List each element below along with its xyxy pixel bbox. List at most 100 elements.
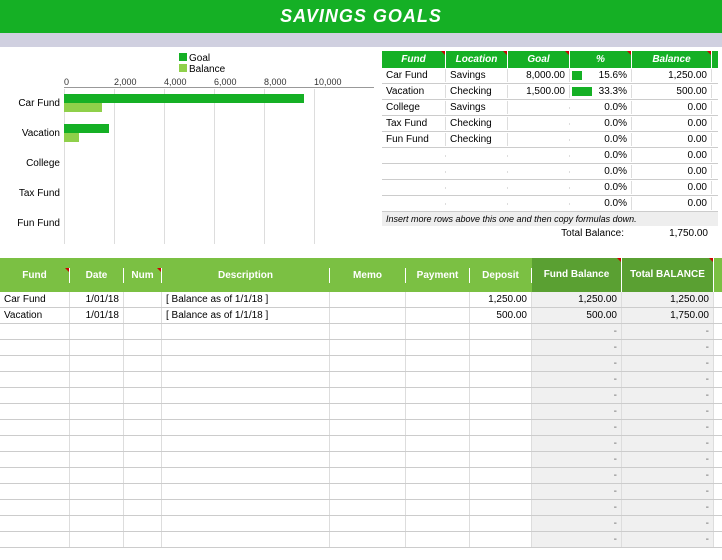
- cell-location[interactable]: Savings: [446, 101, 508, 114]
- bar-chart: Goal Balance 02,0004,0006,0008,00010,000…: [4, 51, 374, 252]
- cell-pct[interactable]: 0.0%: [570, 133, 632, 146]
- cell-goal[interactable]: [508, 203, 570, 205]
- cell-pct[interactable]: 0.0%: [570, 117, 632, 130]
- legend-goal-swatch: [179, 53, 187, 61]
- cell-fund[interactable]: Tax Fund: [382, 117, 446, 130]
- ledger-row-empty[interactable]: --: [0, 500, 722, 516]
- cell-goal[interactable]: [508, 139, 570, 141]
- cell-goal[interactable]: [508, 155, 570, 157]
- cell-fund-balance: -: [532, 404, 622, 419]
- x-tick: 2,000: [114, 77, 164, 87]
- cell-fund[interactable]: Vacation: [382, 85, 446, 98]
- ledger-row-empty[interactable]: --: [0, 372, 722, 388]
- cell-fund[interactable]: Vacation: [0, 308, 70, 323]
- funds-row[interactable]: CollegeSavings 0.0%0.00: [382, 100, 718, 116]
- cell-desc[interactable]: [ Balance as of 1/1/18 ]: [162, 292, 330, 307]
- cell-location[interactable]: Checking: [446, 85, 508, 98]
- cell-pct[interactable]: 0.0%: [570, 197, 632, 210]
- ledger-row-empty[interactable]: --: [0, 388, 722, 404]
- cell-location[interactable]: [446, 187, 508, 189]
- cell-fund[interactable]: Car Fund: [0, 292, 70, 307]
- cell-goal[interactable]: [508, 123, 570, 125]
- cell-fund-balance: -: [532, 420, 622, 435]
- cell-memo[interactable]: [330, 292, 406, 307]
- ledger-row-empty[interactable]: --: [0, 340, 722, 356]
- cell-balance[interactable]: 0.00: [632, 149, 712, 162]
- cell-fund[interactable]: Fun Fund: [382, 133, 446, 146]
- cell-pct[interactable]: 15.6%: [570, 69, 632, 82]
- cell-fund-balance: -: [532, 452, 622, 467]
- ledger-row-empty[interactable]: --: [0, 468, 722, 484]
- cell-fund[interactable]: [382, 187, 446, 189]
- cell-payment[interactable]: [406, 292, 470, 307]
- cell-num[interactable]: [124, 308, 162, 323]
- ledger-row-empty[interactable]: --: [0, 324, 722, 340]
- ledger-row-empty[interactable]: --: [0, 516, 722, 532]
- ledger-row-empty[interactable]: --: [0, 532, 722, 548]
- cell-fund[interactable]: Car Fund: [382, 69, 446, 82]
- cell-deposit[interactable]: 500.00: [470, 308, 532, 323]
- cell-pct[interactable]: 0.0%: [570, 165, 632, 178]
- cell-balance[interactable]: 0.00: [632, 101, 712, 114]
- cell-fund[interactable]: [382, 155, 446, 157]
- cell-location[interactable]: [446, 203, 508, 205]
- cell-pct[interactable]: 0.0%: [570, 181, 632, 194]
- cell-location[interactable]: [446, 155, 508, 157]
- cell-goal[interactable]: [508, 187, 570, 189]
- cell-balance[interactable]: 1,250.00: [632, 69, 712, 82]
- funds-row[interactable]: VacationChecking1,500.0033.3%500.00: [382, 84, 718, 100]
- funds-row[interactable]: Car FundSavings8,000.0015.6%1,250.00: [382, 68, 718, 84]
- funds-row[interactable]: 0.0%0.00: [382, 180, 718, 196]
- bar-row: College: [64, 148, 374, 178]
- cell-goal[interactable]: 8,000.00: [508, 69, 570, 82]
- ledger-row-empty[interactable]: --: [0, 404, 722, 420]
- cell-balance[interactable]: 0.00: [632, 117, 712, 130]
- funds-row[interactable]: 0.0%0.00: [382, 196, 718, 212]
- ledger-row-empty[interactable]: --: [0, 436, 722, 452]
- funds-row[interactable]: Tax FundChecking 0.0%0.00: [382, 116, 718, 132]
- ledger-row-empty[interactable]: --: [0, 452, 722, 468]
- cell-location[interactable]: [446, 171, 508, 173]
- cell-desc[interactable]: [ Balance as of 1/1/18 ]: [162, 308, 330, 323]
- x-tick: 4,000: [164, 77, 214, 87]
- funds-row[interactable]: Fun FundChecking 0.0%0.00: [382, 132, 718, 148]
- cell-fund-balance: -: [532, 436, 622, 451]
- cell-goal[interactable]: [508, 171, 570, 173]
- cell-date[interactable]: 1/01/18: [70, 308, 124, 323]
- cell-pct[interactable]: 0.0%: [570, 149, 632, 162]
- cell-balance[interactable]: 0.00: [632, 181, 712, 194]
- cell-fund[interactable]: [382, 171, 446, 173]
- cell-pct[interactable]: 0.0%: [570, 101, 632, 114]
- cell-fund-balance: -: [532, 340, 622, 355]
- hdr-fund: Fund: [0, 268, 70, 283]
- cell-location[interactable]: Checking: [446, 117, 508, 130]
- cell-payment[interactable]: [406, 308, 470, 323]
- cell-deposit[interactable]: 1,250.00: [470, 292, 532, 307]
- cell-memo[interactable]: [330, 308, 406, 323]
- ledger-row-empty[interactable]: --: [0, 356, 722, 372]
- cell-fund[interactable]: College: [382, 101, 446, 114]
- ledger-row-empty[interactable]: --: [0, 420, 722, 436]
- cell-num[interactable]: [124, 292, 162, 307]
- cell-balance[interactable]: 0.00: [632, 165, 712, 178]
- cell-total-balance: -: [622, 420, 714, 435]
- funds-row[interactable]: 0.0%0.00: [382, 164, 718, 180]
- cell-date[interactable]: 1/01/18: [70, 292, 124, 307]
- col-pct: %: [570, 51, 632, 68]
- cell-fund[interactable]: [382, 203, 446, 205]
- cell-goal[interactable]: [508, 107, 570, 109]
- bar-goal: [64, 124, 109, 133]
- cell-balance[interactable]: 0.00: [632, 197, 712, 210]
- ledger-row-empty[interactable]: --: [0, 484, 722, 500]
- cell-balance[interactable]: 0.00: [632, 133, 712, 146]
- cell-balance[interactable]: 500.00: [632, 85, 712, 98]
- ledger-row[interactable]: Car Fund1/01/18 [ Balance as of 1/1/18 ] 1…: [0, 292, 722, 308]
- cell-pct[interactable]: 33.3%: [570, 85, 632, 98]
- funds-row[interactable]: 0.0%0.00: [382, 148, 718, 164]
- ledger-row[interactable]: Vacation1/01/18 [ Balance as of 1/1/18 ] 5…: [0, 308, 722, 324]
- cell-goal[interactable]: 1,500.00: [508, 85, 570, 98]
- cell-total-balance: -: [622, 340, 714, 355]
- cell-location[interactable]: Savings: [446, 69, 508, 82]
- cell-location[interactable]: Checking: [446, 133, 508, 146]
- page-title: SAVINGS GOALS: [0, 0, 722, 33]
